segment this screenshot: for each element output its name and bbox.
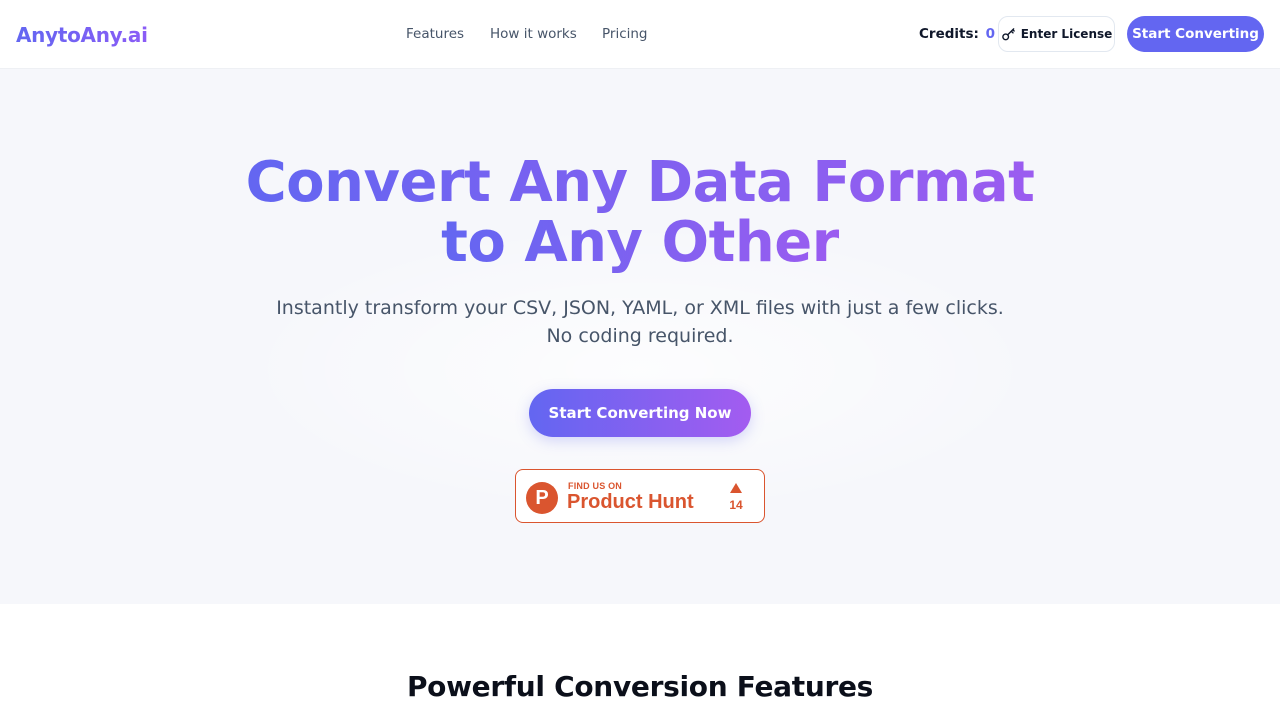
- triangle-up-icon: [730, 483, 742, 493]
- credits-label: Credits:: [919, 26, 979, 42]
- top-nav-bar: AnytoAny.ai Features How it works Pricin…: [0, 0, 1280, 69]
- product-hunt-vote-count: 14: [729, 498, 743, 512]
- hero-subtitle-line-1: Instantly transform your CSV, JSON, YAML…: [276, 297, 1004, 319]
- nav-link-pricing[interactable]: Pricing: [602, 25, 648, 43]
- start-converting-button[interactable]: Start Converting: [1127, 16, 1264, 52]
- key-icon: [1001, 27, 1015, 40]
- product-hunt-name: Product Hunt: [567, 491, 694, 513]
- product-hunt-logo-icon: P: [526, 482, 558, 514]
- product-hunt-badge[interactable]: P FIND US ON Product Hunt 14: [515, 469, 765, 523]
- hero-section: Convert Any Data Format to Any Other Ins…: [0, 69, 1280, 604]
- nav-link-how-it-works[interactable]: How it works: [490, 25, 577, 43]
- credits-display: Credits: 0: [919, 25, 995, 43]
- hero-title-line-1: Convert Any Data Format: [245, 150, 1035, 215]
- product-hunt-eyebrow: FIND US ON: [568, 481, 623, 491]
- features-section-title: Powerful Conversion Features: [406, 670, 874, 703]
- hero-title-line-2: to Any Other: [441, 210, 839, 275]
- nav-link-features[interactable]: Features: [406, 25, 464, 43]
- enter-license-button[interactable]: Enter License: [998, 16, 1115, 52]
- hero-subtitle: Instantly transform your CSV, JSON, YAML…: [0, 294, 1280, 350]
- enter-license-label: Enter License: [1020, 27, 1113, 41]
- hero-title: Convert Any Data Format to Any Other: [0, 153, 1280, 273]
- start-converting-now-button[interactable]: Start Converting Now: [529, 389, 751, 437]
- hero-subtitle-line-2: No coding required.: [546, 325, 734, 347]
- credits-value: 0: [985, 26, 996, 42]
